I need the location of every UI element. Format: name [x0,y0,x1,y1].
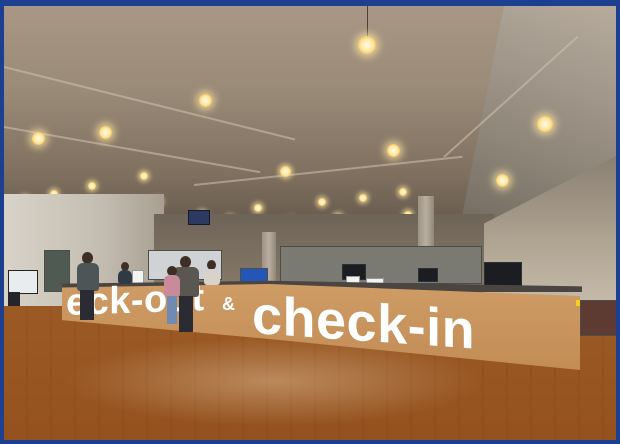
pendant-light [199,94,212,107]
library-checkout-photo: eck-out & check-in [4,6,616,440]
pendant-light [358,36,376,54]
image-frame: eck-out & check-in [0,0,620,444]
hanging-display-screen [188,210,210,225]
pendant-light [537,116,553,132]
pendant-light [254,204,262,212]
computer-monitor [418,268,438,282]
pendant-light [387,144,400,157]
pendant-light [318,198,326,206]
kiosk-screen [8,270,38,294]
computer-monitor [484,262,522,286]
counter-sign-ampersand: & [222,294,236,314]
light-cord [367,6,368,38]
pendant-light [99,126,112,139]
pendant-light [399,188,407,196]
pendant-light [32,132,45,145]
pendant-light [280,166,291,177]
cart [580,300,616,336]
pendant-light [496,174,509,187]
pendant-light [88,182,96,190]
pendant-light [140,172,148,180]
pendant-light [359,194,367,202]
